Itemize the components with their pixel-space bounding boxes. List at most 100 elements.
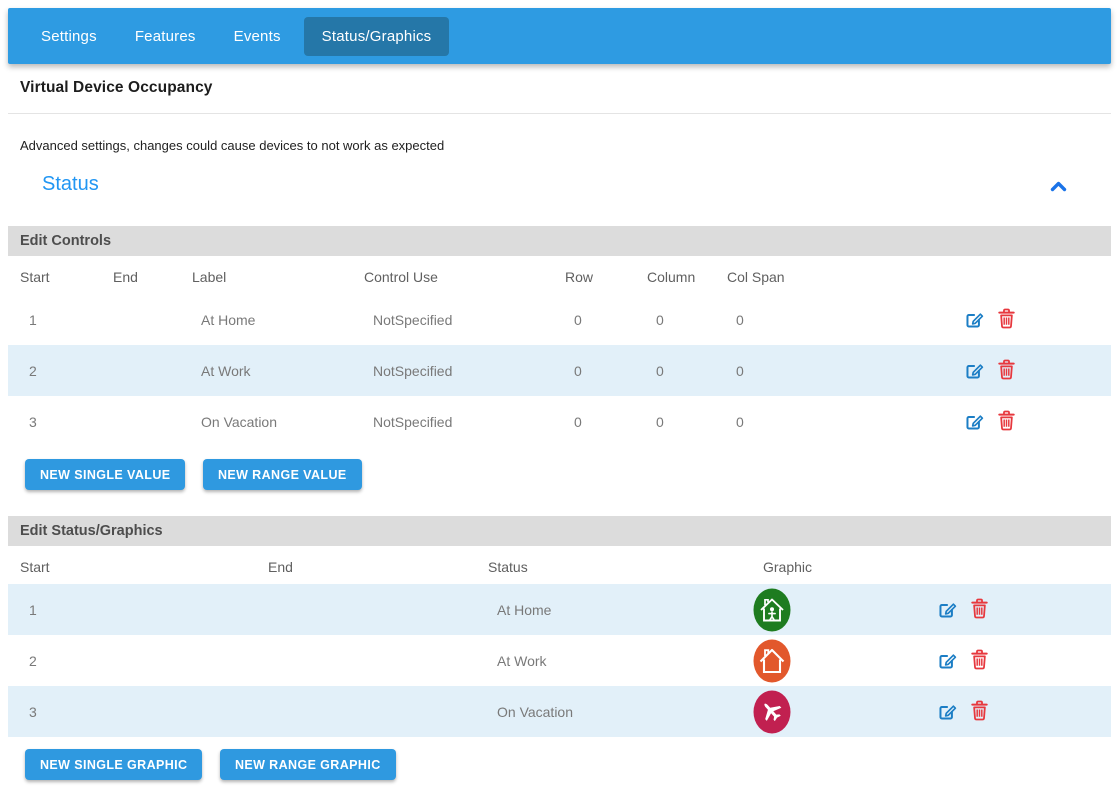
edit-status-graphics-header: Edit Status/Graphics xyxy=(8,516,1111,546)
edit-controls-table: Start End Label Control Use Row Column C… xyxy=(8,256,1111,447)
status-section-header[interactable]: Status xyxy=(8,171,1111,202)
col-col-span: Col Span xyxy=(715,256,943,294)
cell-label: On Vacation xyxy=(180,396,352,447)
cell-col-span: 0 xyxy=(715,294,943,345)
edit-icon xyxy=(937,598,958,619)
col-actions xyxy=(916,546,1111,584)
cell-col-span: 0 xyxy=(715,396,943,447)
table-row: 2 At Work xyxy=(8,635,1111,686)
trash-icon xyxy=(998,359,1015,380)
cell-status: At Work xyxy=(476,635,751,686)
tab-features[interactable]: Features xyxy=(120,18,211,55)
cell-end xyxy=(256,635,476,686)
trash-icon xyxy=(971,700,988,721)
col-control-use: Control Use xyxy=(352,256,553,294)
new-range-value-button[interactable]: NEW RANGE VALUE xyxy=(203,459,362,490)
cell-graphic xyxy=(751,635,916,686)
edit-icon xyxy=(964,308,985,329)
cell-status: On Vacation xyxy=(476,686,751,737)
trash-icon xyxy=(998,410,1015,431)
delete-button[interactable] xyxy=(971,649,988,673)
edit-button[interactable] xyxy=(964,359,985,383)
edit-button[interactable] xyxy=(964,410,985,434)
table-row: 3 On Vacation NotSpecified 0 0 0 xyxy=(8,396,1111,447)
cell-end xyxy=(101,396,180,447)
col-end: End xyxy=(256,546,476,584)
edit-icon xyxy=(937,700,958,721)
cell-graphic xyxy=(751,584,916,635)
col-graphic: Graphic xyxy=(751,546,916,584)
edit-icon xyxy=(964,410,985,431)
cell-label: At Work xyxy=(180,345,352,396)
cell-start: 2 xyxy=(8,635,256,686)
page: Settings Features Events Status/Graphics… xyxy=(0,0,1119,780)
delete-button[interactable] xyxy=(998,359,1015,383)
trash-icon xyxy=(998,308,1015,329)
page-title: Virtual Device Occupancy xyxy=(20,79,1111,97)
chevron-up-icon[interactable] xyxy=(1050,179,1067,197)
cell-end xyxy=(101,294,180,345)
delete-button[interactable] xyxy=(998,308,1015,332)
table-row: 1 At Home NotSpecified 0 0 0 xyxy=(8,294,1111,345)
trash-icon xyxy=(971,598,988,619)
edit-button[interactable] xyxy=(937,700,958,724)
cell-start: 1 xyxy=(8,294,101,345)
cell-start: 3 xyxy=(8,686,256,737)
graphics-buttons: NEW SINGLE GRAPHIC NEW RANGE GRAPHIC xyxy=(25,749,1111,780)
delete-button[interactable] xyxy=(998,410,1015,434)
cell-control-use: NotSpecified xyxy=(352,345,553,396)
edit-button[interactable] xyxy=(937,649,958,673)
controls-buttons: NEW SINGLE VALUE NEW RANGE VALUE xyxy=(25,459,1111,490)
cell-control-use: NotSpecified xyxy=(352,294,553,345)
cell-start: 2 xyxy=(8,345,101,396)
new-single-value-button[interactable]: NEW SINGLE VALUE xyxy=(25,459,185,490)
top-nav: Settings Features Events Status/Graphics xyxy=(8,8,1111,64)
edit-button[interactable] xyxy=(937,598,958,622)
delete-button[interactable] xyxy=(971,598,988,622)
col-row: Row xyxy=(553,256,635,294)
cell-end xyxy=(256,686,476,737)
delete-button[interactable] xyxy=(971,700,988,724)
tab-settings[interactable]: Settings xyxy=(26,18,112,55)
cell-actions xyxy=(943,396,1111,447)
cell-end xyxy=(101,345,180,396)
cell-actions xyxy=(916,635,1111,686)
edit-status-graphics-table: Start End Status Graphic 1 At Home xyxy=(8,546,1111,737)
warning-text: Advanced settings, changes could cause d… xyxy=(20,138,1111,153)
plane-icon xyxy=(753,690,791,734)
new-single-graphic-button[interactable]: NEW SINGLE GRAPHIC xyxy=(25,749,202,780)
home-icon xyxy=(753,639,791,683)
edit-icon xyxy=(937,649,958,670)
cell-actions xyxy=(943,345,1111,396)
col-label: Label xyxy=(180,256,352,294)
table-row: 3 On Vacation xyxy=(8,686,1111,737)
cell-start: 1 xyxy=(8,584,256,635)
cell-column: 0 xyxy=(635,396,715,447)
cell-actions xyxy=(916,686,1111,737)
divider xyxy=(8,113,1111,114)
table-row: 1 At Home xyxy=(8,584,1111,635)
col-status: Status xyxy=(476,546,751,584)
col-start: Start xyxy=(8,546,256,584)
cell-column: 0 xyxy=(635,294,715,345)
new-range-graphic-button[interactable]: NEW RANGE GRAPHIC xyxy=(220,749,396,780)
cell-actions xyxy=(916,584,1111,635)
trash-icon xyxy=(971,649,988,670)
edit-button[interactable] xyxy=(964,308,985,332)
graphics-header-row: Start End Status Graphic xyxy=(8,546,1111,584)
edit-icon xyxy=(964,359,985,380)
table-row: 2 At Work NotSpecified 0 0 0 xyxy=(8,345,1111,396)
controls-header-row: Start End Label Control Use Row Column C… xyxy=(8,256,1111,294)
tab-events[interactable]: Events xyxy=(219,18,296,55)
home-occupied-icon xyxy=(753,588,791,632)
col-start: Start xyxy=(8,256,101,294)
cell-row: 0 xyxy=(553,396,635,447)
cell-label: At Home xyxy=(180,294,352,345)
tab-status-graphics[interactable]: Status/Graphics xyxy=(304,17,450,56)
edit-controls-header: Edit Controls xyxy=(8,226,1111,256)
col-actions xyxy=(943,256,1111,294)
cell-status: At Home xyxy=(476,584,751,635)
cell-col-span: 0 xyxy=(715,345,943,396)
cell-end xyxy=(256,584,476,635)
cell-actions xyxy=(943,294,1111,345)
